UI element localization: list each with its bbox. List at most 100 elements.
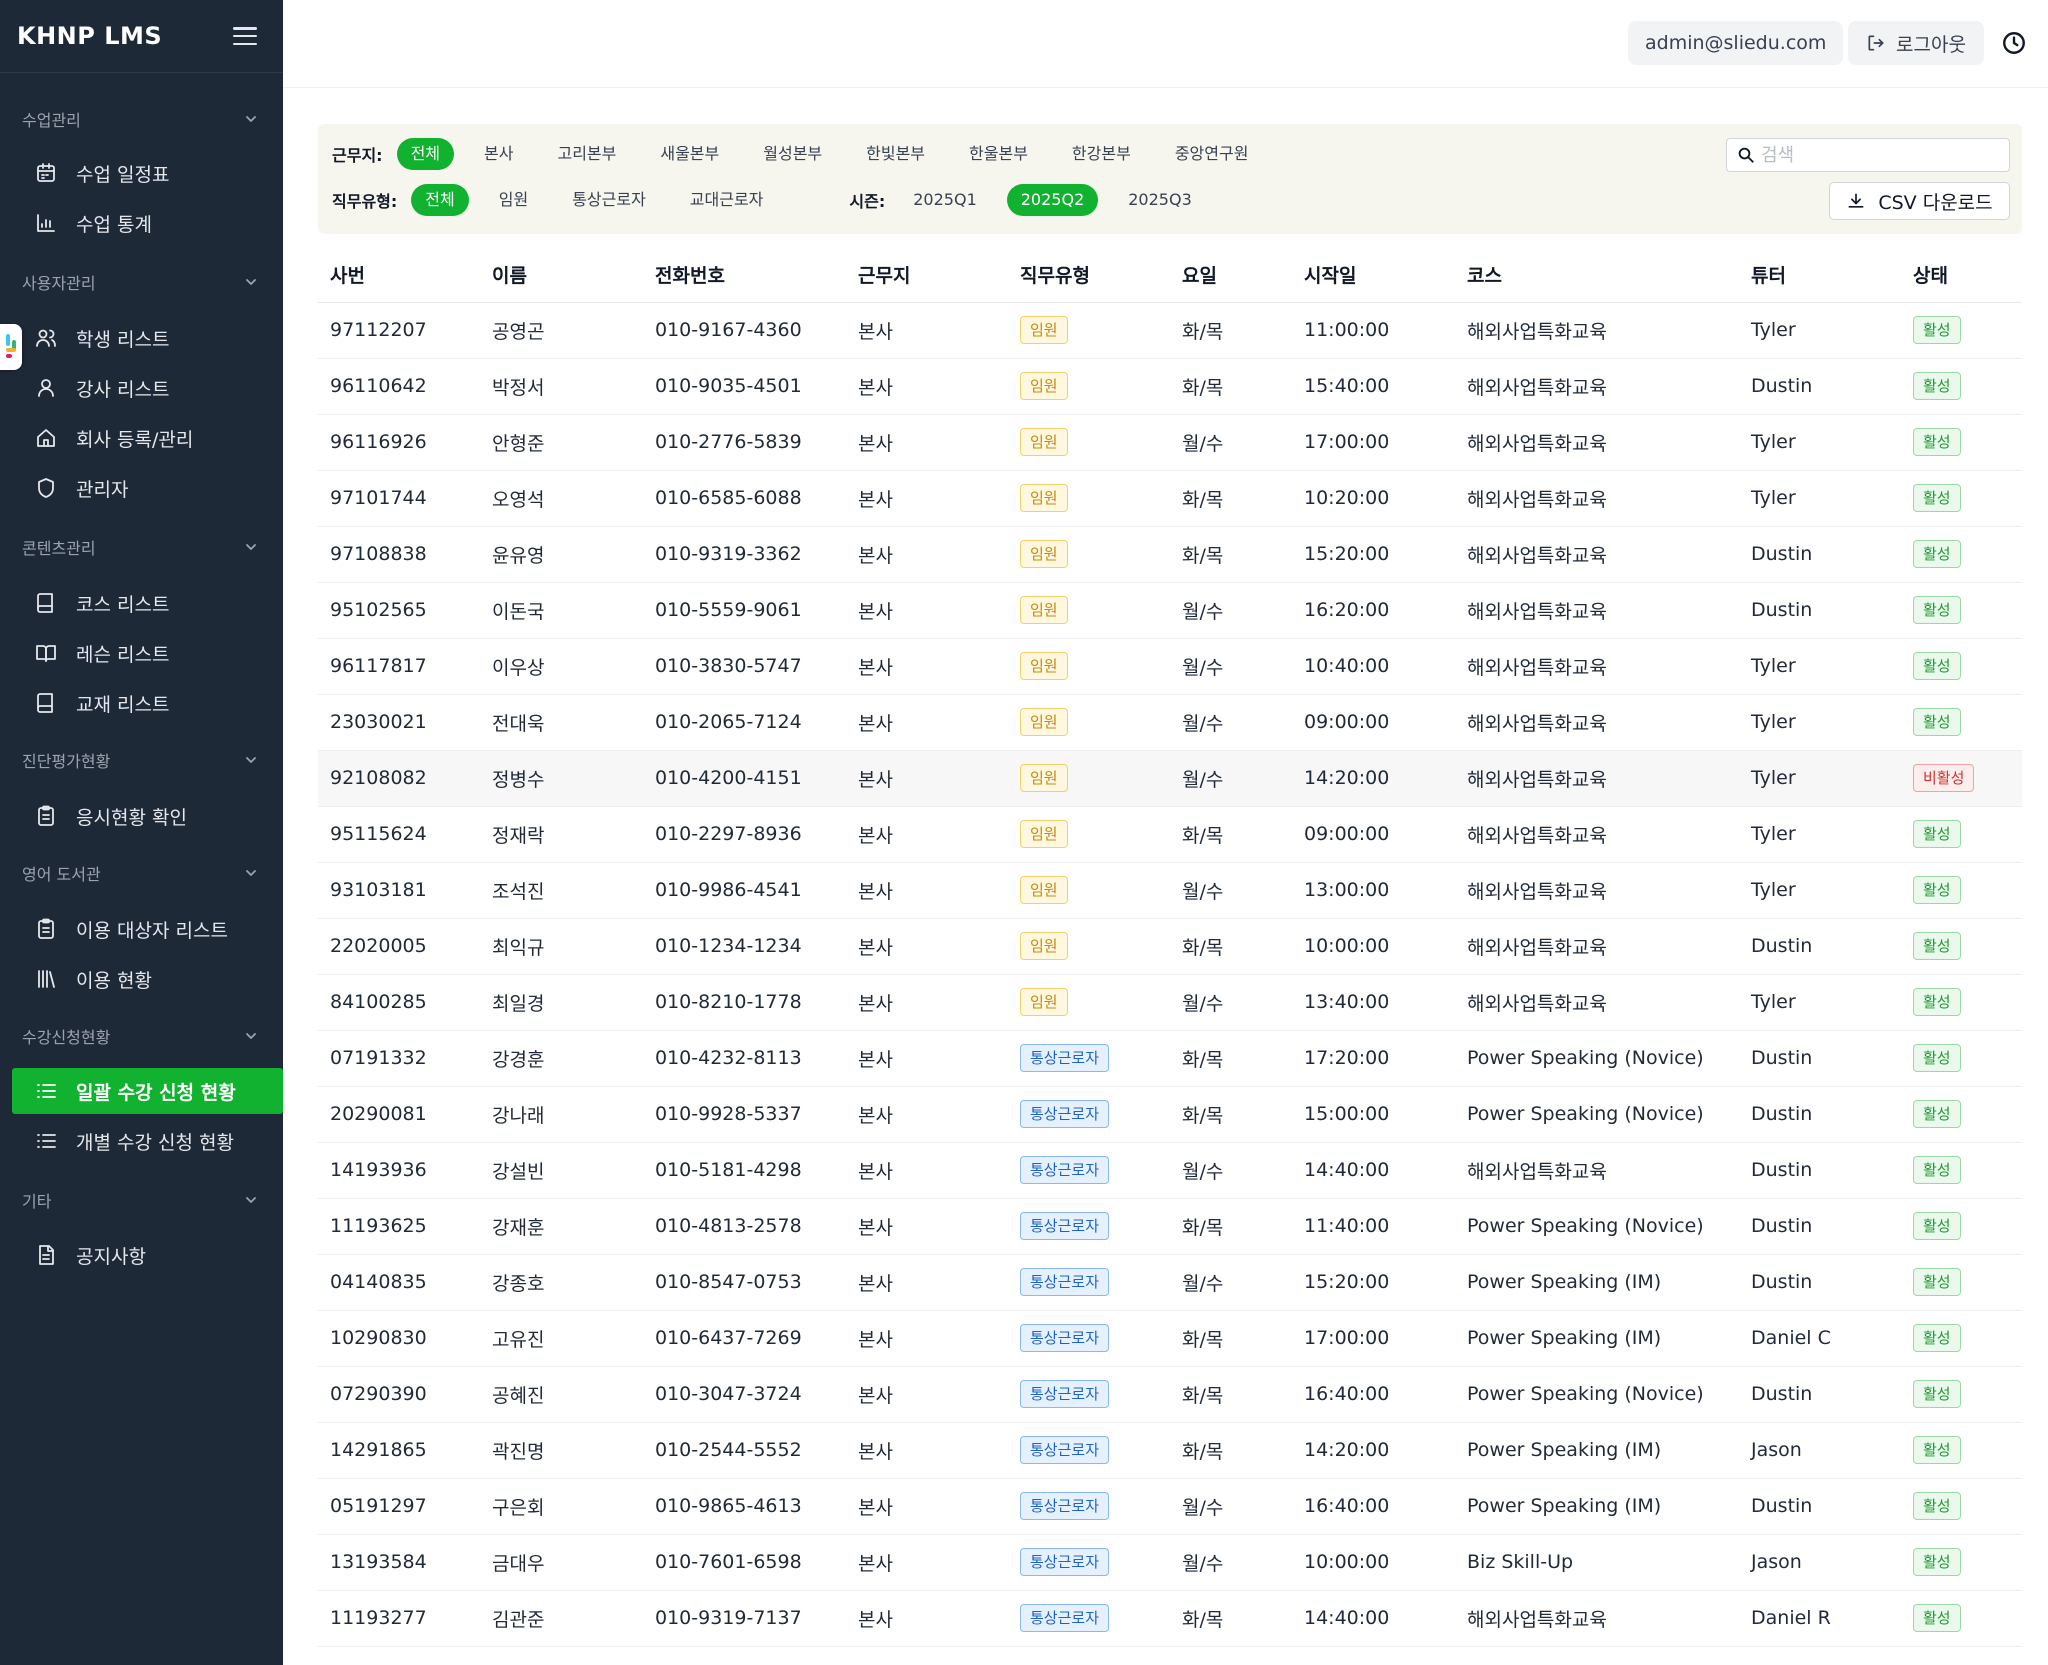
- location-chip[interactable]: 한강본부: [1058, 138, 1145, 170]
- table-cell: Power Speaking (Novice): [1455, 1198, 1739, 1255]
- table-row[interactable]: 97112207 공영곤 010-9167-4360 본사 임원 화/목 11:00:00 해…: [318, 302, 2022, 359]
- column-header[interactable]: 코스: [1455, 248, 1739, 303]
- table-row[interactable]: 96117817 이우상 010-3830-5747 본사 임원 월/수 10:40:00 해…: [318, 638, 2022, 695]
- column-header[interactable]: 이름: [480, 248, 643, 303]
- sidebar-item-1-2[interactable]: 회사 등록/관리: [12, 415, 283, 461]
- table-cell: 활성: [1901, 1478, 2022, 1535]
- sidebar-item-2-2[interactable]: 교재 리스트: [12, 680, 283, 726]
- sidebar-item-2-0[interactable]: 코스 리스트: [12, 580, 283, 626]
- column-header[interactable]: 전화번호: [643, 248, 846, 303]
- table-row[interactable]: 96116926 안형준 010-2776-5839 본사 임원 월/수 17:00:00 해…: [318, 414, 2022, 471]
- status-badge: 활성: [1913, 820, 1961, 848]
- table-row[interactable]: 97101744 오영석 010-6585-6088 본사 임원 화/목 10:20:00 해…: [318, 470, 2022, 527]
- column-header[interactable]: 튜터: [1739, 248, 1901, 303]
- table-cell: 임원: [1008, 918, 1170, 975]
- table-cell: 010-6437-7269: [643, 1310, 846, 1367]
- sidebar-item-1-3[interactable]: 관리자: [12, 465, 283, 511]
- jobtype-chip[interactable]: 전체: [411, 184, 469, 216]
- table-cell: Dustin: [1739, 1478, 1901, 1535]
- column-header[interactable]: 요일: [1170, 248, 1292, 303]
- sidebar-item-6-0[interactable]: 공지사항: [12, 1232, 283, 1278]
- table-row[interactable]: 07191332 강경훈 010-4232-8113 본사 통상근로자 화/목 17:20:…: [318, 1030, 2022, 1087]
- season-filter-label: 시즌:: [849, 192, 886, 211]
- table-row[interactable]: 96110642 박정서 010-9035-4501 본사 임원 화/목 15:40:00 해…: [318, 358, 2022, 415]
- sidebar-item-4-0[interactable]: 이용 대상자 리스트: [12, 906, 283, 952]
- column-header[interactable]: 근무지: [846, 248, 1008, 303]
- csv-download-button[interactable]: CSV 다운로드: [1829, 182, 2010, 220]
- job-type-badge: 임원: [1020, 932, 1068, 960]
- table-cell: 통상근로자: [1008, 1478, 1170, 1535]
- sidebar-section-1[interactable]: 사용자관리: [0, 264, 283, 300]
- sidebar-section-3[interactable]: 진단평가현황: [0, 742, 283, 778]
- sidebar-item-4-1[interactable]: 이용 현황: [12, 956, 283, 1002]
- jobtype-chip[interactable]: 임원: [485, 184, 542, 216]
- slack-icon[interactable]: [0, 324, 22, 370]
- location-chips: 전체 본사 고리본부 새울본부 월성본부 한빛본부 한울본부 한강본부 중앙연구원: [396, 138, 1279, 170]
- location-chip[interactable]: 한울본부: [955, 138, 1042, 170]
- clock-icon[interactable]: [2001, 30, 2027, 56]
- table-row[interactable]: 95102565 이돈국 010-5559-9061 본사 임원 월/수 16:20:00 해…: [318, 582, 2022, 639]
- table-row[interactable]: 10290830 고유진 010-6437-7269 본사 통상근로자 화/목 17:00:…: [318, 1310, 2022, 1367]
- table-row[interactable]: 93103181 조석진 010-9986-4541 본사 임원 월/수 13:00:00 해…: [318, 862, 2022, 919]
- table-row[interactable]: 20290081 강나래 010-9928-5337 본사 통상근로자 화/목 15:00:…: [318, 1086, 2022, 1143]
- table-cell: 010-5181-4298: [643, 1142, 846, 1199]
- sidebar-section-6[interactable]: 기타: [0, 1182, 283, 1218]
- location-chip[interactable]: 월성본부: [749, 138, 836, 170]
- sidebar-section-5[interactable]: 수강신청현황: [0, 1018, 283, 1054]
- logout-button[interactable]: 로그아웃: [1848, 21, 1984, 65]
- location-chip[interactable]: 한빛본부: [852, 138, 939, 170]
- column-header[interactable]: 사번: [318, 248, 480, 303]
- table-cell: Tyler: [1739, 414, 1901, 471]
- table-row[interactable]: 97108838 윤유영 010-9319-3362 본사 임원 화/목 15:20:00 해…: [318, 526, 2022, 583]
- sidebar-item-5-1[interactable]: 개별 수강 신청 현황: [12, 1118, 283, 1164]
- search-input[interactable]: [1761, 144, 2009, 166]
- table-row[interactable]: 23030021 전대욱 010-2065-7124 본사 임원 월/수 09:00:00 해…: [318, 694, 2022, 751]
- menu-toggle-icon[interactable]: [233, 27, 257, 45]
- location-chip[interactable]: 중앙연구원: [1161, 138, 1263, 170]
- table-row[interactable]: 04140835 강종호 010-8547-0753 본사 통상근로자 월/수 15:20:…: [318, 1254, 2022, 1311]
- sidebar-item-1-1[interactable]: 강사 리스트: [12, 365, 283, 411]
- table-row[interactable]: 11193625 강재훈 010-4813-2578 본사 통상근로자 화/목 11:40:…: [318, 1198, 2022, 1255]
- table-row[interactable]: 07290390 공혜진 010-3047-3724 본사 통상근로자 화/목 16:40:…: [318, 1366, 2022, 1423]
- table-row[interactable]: 11193277 김관준 010-9319-7137 본사 통상근로자 화/목 14:40:…: [318, 1590, 2022, 1647]
- status-badge: 비활성: [1913, 764, 1975, 792]
- table-cell: 활성: [1901, 1590, 2022, 1647]
- sidebar-section-4[interactable]: 영어 도서관: [0, 855, 283, 891]
- table-row[interactable]: 05191297 구은회 010-9865-4613 본사 통상근로자 월/수 16:40:…: [318, 1478, 2022, 1535]
- column-header[interactable]: 시작일: [1292, 248, 1455, 303]
- table-cell: 강설빈: [480, 1142, 643, 1199]
- table-cell: 활성: [1901, 1366, 2022, 1423]
- table-cell: 13:00:00: [1292, 862, 1455, 919]
- table-row[interactable]: 14193936 강설빈 010-5181-4298 본사 통상근로자 월/수 14:40:…: [318, 1142, 2022, 1199]
- sidebar-item-5-0[interactable]: 일괄 수강 신청 현황: [12, 1068, 283, 1114]
- sidebar-section-2[interactable]: 콘텐츠관리: [0, 529, 283, 565]
- sidebar-item-3-0[interactable]: 응시현황 확인: [12, 793, 283, 839]
- location-chip[interactable]: 고리본부: [543, 138, 630, 170]
- table-row[interactable]: 14291865 곽진명 010-2544-5552 본사 통상근로자 화/목 14:20:…: [318, 1422, 2022, 1479]
- location-chip[interactable]: 새울본부: [646, 138, 733, 170]
- sidebar-section-label: 수업관리: [22, 111, 81, 130]
- column-header[interactable]: 직무유형: [1008, 248, 1170, 303]
- sidebar-item-1-0[interactable]: 학생 리스트: [12, 315, 283, 361]
- sidebar-item-0-0[interactable]: 수업 일정표: [12, 150, 283, 196]
- sidebar-section-0[interactable]: 수업관리: [0, 101, 283, 137]
- sidebar-item-0-1[interactable]: 수업 통계: [12, 200, 283, 246]
- jobtype-chip[interactable]: 교대근로자: [676, 184, 778, 216]
- table-row[interactable]: 13193584 금대우 010-7601-6598 본사 통상근로자 월/수 10:00:…: [318, 1534, 2022, 1591]
- user-email-chip[interactable]: admin@sliedu.com: [1628, 21, 1844, 65]
- table-cell: Dustin: [1739, 582, 1901, 639]
- sidebar-item-2-1[interactable]: 레슨 리스트: [12, 630, 283, 676]
- table-row[interactable]: 22020005 최익규 010-1234-1234 본사 임원 화/목 10:00:00 해…: [318, 918, 2022, 975]
- column-header[interactable]: 상태: [1901, 248, 2022, 303]
- table-cell: Dustin: [1739, 1142, 1901, 1199]
- table-cell: 최일경: [480, 974, 643, 1031]
- table-row[interactable]: 95115624 정재락 010-2297-8936 본사 임원 화/목 09:00:00 해…: [318, 806, 2022, 863]
- location-chip[interactable]: 전체: [396, 138, 455, 170]
- season-chip[interactable]: 2025Q1: [899, 184, 991, 216]
- jobtype-chip[interactable]: 통상근로자: [558, 184, 660, 216]
- table-row[interactable]: 84100285 최일경 010-8210-1778 본사 임원 월/수 13:40:00 해…: [318, 974, 2022, 1031]
- season-chip[interactable]: 2025Q3: [1114, 184, 1206, 216]
- season-chip[interactable]: 2025Q2: [1006, 184, 1099, 216]
- table-row[interactable]: 92108082 정병수 010-4200-4151 본사 임원 월/수 14:20:00 해…: [318, 750, 2022, 807]
- location-chip[interactable]: 본사: [470, 138, 527, 170]
